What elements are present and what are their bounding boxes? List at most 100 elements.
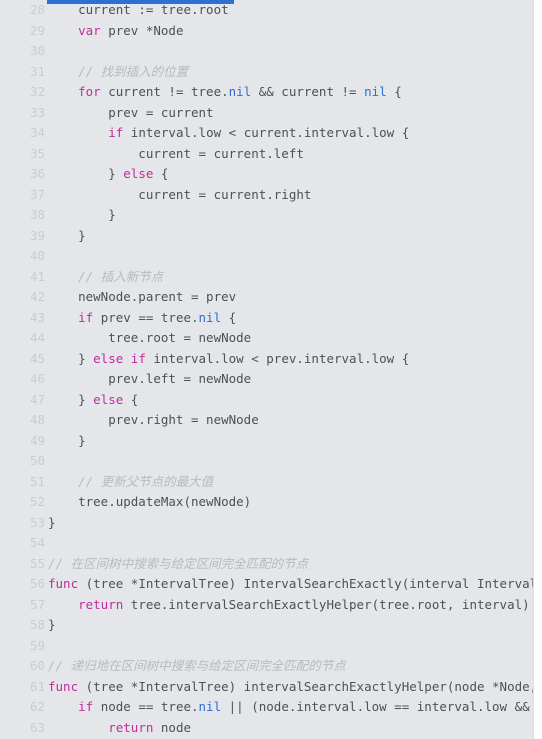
code-token-id: node == tree. xyxy=(93,699,199,714)
code-token-id: current != tree. xyxy=(100,84,229,99)
code-token-id: { xyxy=(386,84,402,99)
code-line[interactable]: 60// 递归地在区间树中搜索与给定区间完全匹配的节点 xyxy=(0,656,533,677)
code-line[interactable]: 46 prev.left = newNode xyxy=(0,369,533,390)
vertical-scrollbar-track[interactable] xyxy=(533,0,542,739)
code-token-id: current = current.left xyxy=(48,145,304,161)
code-token-kw: if xyxy=(108,125,124,140)
code-editor-viewport[interactable]: 28 current := tree.root 29 var prev *Node… xyxy=(0,0,542,739)
line-number: 59 xyxy=(29,637,45,653)
code-token-cmt: // 递归地在区间树中搜索与给定区间完全匹配的节点 xyxy=(48,658,346,673)
line-content[interactable]: var prev *Node xyxy=(48,21,183,42)
code-line[interactable]: 45 } else if interval.low < prev.interva… xyxy=(0,349,533,370)
code-line[interactable]: 33 prev = current xyxy=(0,103,533,124)
line-number: 36 xyxy=(29,166,45,181)
line-content[interactable]: // 递归地在区间树中搜索与给定区间完全匹配的节点 xyxy=(48,656,346,677)
code-line[interactable]: 49 } xyxy=(0,431,533,452)
line-content[interactable]: current = current.left xyxy=(48,144,304,165)
code-token-id: } xyxy=(48,391,94,407)
line-content[interactable]: prev.left = newNode xyxy=(48,369,251,390)
line-content[interactable]: func (tree *IntervalTree) IntervalSearch… xyxy=(48,574,533,595)
line-content[interactable]: for current != tree.nil && current != ni… xyxy=(48,82,402,103)
line-content[interactable]: tree.updateMax(newNode) xyxy=(48,492,251,513)
code-line[interactable]: 57 return tree.intervalSearchExactlyHelp… xyxy=(0,595,533,616)
code-line[interactable]: 39 } xyxy=(0,226,533,247)
code-token-pun xyxy=(48,310,78,325)
line-content[interactable]: } else if interval.low < prev.interval.l… xyxy=(48,349,409,370)
line-number: 46 xyxy=(29,371,45,386)
code-token-pun xyxy=(48,720,108,735)
line-number: 60 xyxy=(29,658,45,673)
line-content[interactable]: } else { xyxy=(48,164,168,185)
line-content[interactable]: if prev == tree.nil { xyxy=(48,308,236,329)
code-token-id: (tree *IntervalTree) IntervalSearchExact… xyxy=(85,576,533,591)
line-content[interactable]: func (tree *IntervalTree) intervalSearch… xyxy=(48,677,533,698)
line-number: 56 xyxy=(29,576,45,591)
code-lines-container[interactable]: 28 current := tree.root 29 var prev *Node… xyxy=(0,0,533,739)
code-line[interactable]: 41 // 插入新节点 xyxy=(0,267,533,288)
code-line[interactable]: 48 prev.right = newNode xyxy=(0,410,533,431)
line-content[interactable]: return node xyxy=(48,718,191,739)
line-content[interactable]: } else { xyxy=(48,390,138,411)
code-token-id: } xyxy=(48,350,94,366)
code-line[interactable]: 40 xyxy=(0,246,533,267)
code-line[interactable]: 56 func (tree *IntervalTree) IntervalSear… xyxy=(0,574,533,595)
code-token-pun xyxy=(48,84,78,99)
line-number: 45 xyxy=(29,350,45,366)
code-token-id: { xyxy=(153,166,169,181)
line-content[interactable]: } xyxy=(48,513,56,534)
code-line[interactable]: 30 xyxy=(0,41,533,62)
code-line[interactable]: 29 var prev *Node xyxy=(0,21,533,42)
line-content[interactable]: } xyxy=(48,431,86,452)
line-content[interactable]: if node == tree.nil || (node.interval.lo… xyxy=(48,697,533,718)
code-line[interactable]: 43 if prev == tree.nil { xyxy=(0,308,533,329)
code-line[interactable]: 34 if interval.low < current.interval.lo… xyxy=(0,123,533,144)
code-line[interactable]: 54 xyxy=(0,533,533,554)
line-number: 51 xyxy=(29,473,45,489)
code-line[interactable]: 38 } xyxy=(0,205,533,226)
line-content[interactable]: prev.right = newNode xyxy=(48,410,259,431)
line-content[interactable]: newNode.parent = prev xyxy=(48,287,236,308)
line-content[interactable]: // 找到插入的位置 xyxy=(48,62,188,83)
code-line[interactable]: 50 xyxy=(0,451,533,472)
line-number: 62 xyxy=(29,699,45,714)
code-line[interactable]: 62 if node == tree.nil || (node.interval… xyxy=(0,697,533,718)
line-content[interactable]: if interval.low < current.interval.low { xyxy=(48,123,409,144)
line-content[interactable]: current = current.right xyxy=(48,185,311,206)
code-token-id: node xyxy=(153,719,192,735)
line-content[interactable]: return tree.intervalSearchExactlyHelper(… xyxy=(48,595,530,616)
code-line[interactable]: 47 } else { xyxy=(0,390,533,411)
code-line[interactable]: 53} xyxy=(0,513,533,534)
code-line[interactable]: 61 func (tree *IntervalTree) intervalSear… xyxy=(0,677,533,698)
code-line[interactable]: 58} xyxy=(0,615,533,636)
line-number: 41 xyxy=(29,268,45,284)
code-line[interactable]: 36 } else { xyxy=(0,164,533,185)
line-content[interactable]: prev = current xyxy=(48,103,213,124)
code-line[interactable]: 44 tree.root = newNode xyxy=(0,328,533,349)
code-line[interactable]: 37 current = current.right xyxy=(0,185,533,206)
code-line[interactable]: 63 return node xyxy=(0,718,533,739)
code-token-id: && current != xyxy=(251,84,365,99)
line-number: 50 xyxy=(29,453,45,468)
line-content[interactable]: // 插入新节点 xyxy=(48,267,163,288)
code-token-kw: if xyxy=(78,309,94,325)
code-line[interactable]: 31 // 找到插入的位置 xyxy=(0,62,533,83)
line-content[interactable]: } xyxy=(48,226,86,247)
code-line[interactable]: 32 for current != tree.nil && current !=… xyxy=(0,82,533,103)
code-token-cmt: // 更新父节点的最大值 xyxy=(78,473,214,489)
line-content[interactable]: } xyxy=(48,205,116,226)
line-content[interactable]: // 在区间树中搜索与给定区间完全匹配的节点 xyxy=(48,554,308,575)
code-line[interactable]: 59 xyxy=(0,636,533,657)
code-token-pun xyxy=(48,64,78,79)
code-line[interactable]: 35 current = current.left xyxy=(0,144,533,165)
code-line[interactable]: 42 newNode.parent = prev xyxy=(0,287,533,308)
code-token-cmt: // 找到插入的位置 xyxy=(78,63,189,79)
code-token-id: (tree *IntervalTree) intervalSearchExact… xyxy=(85,678,533,694)
line-content[interactable]: // 更新父节点的最大值 xyxy=(48,472,213,493)
code-line[interactable]: 55// 在区间树中搜索与给定区间完全匹配的节点 xyxy=(0,554,533,575)
line-content[interactable]: } xyxy=(48,615,56,636)
code-token-nil: nil xyxy=(364,84,387,99)
code-token-id: } xyxy=(48,617,56,632)
line-content[interactable]: tree.root = newNode xyxy=(48,328,251,349)
code-line[interactable]: 51 // 更新父节点的最大值 xyxy=(0,472,533,493)
code-line[interactable]: 52 tree.updateMax(newNode) xyxy=(0,492,533,513)
